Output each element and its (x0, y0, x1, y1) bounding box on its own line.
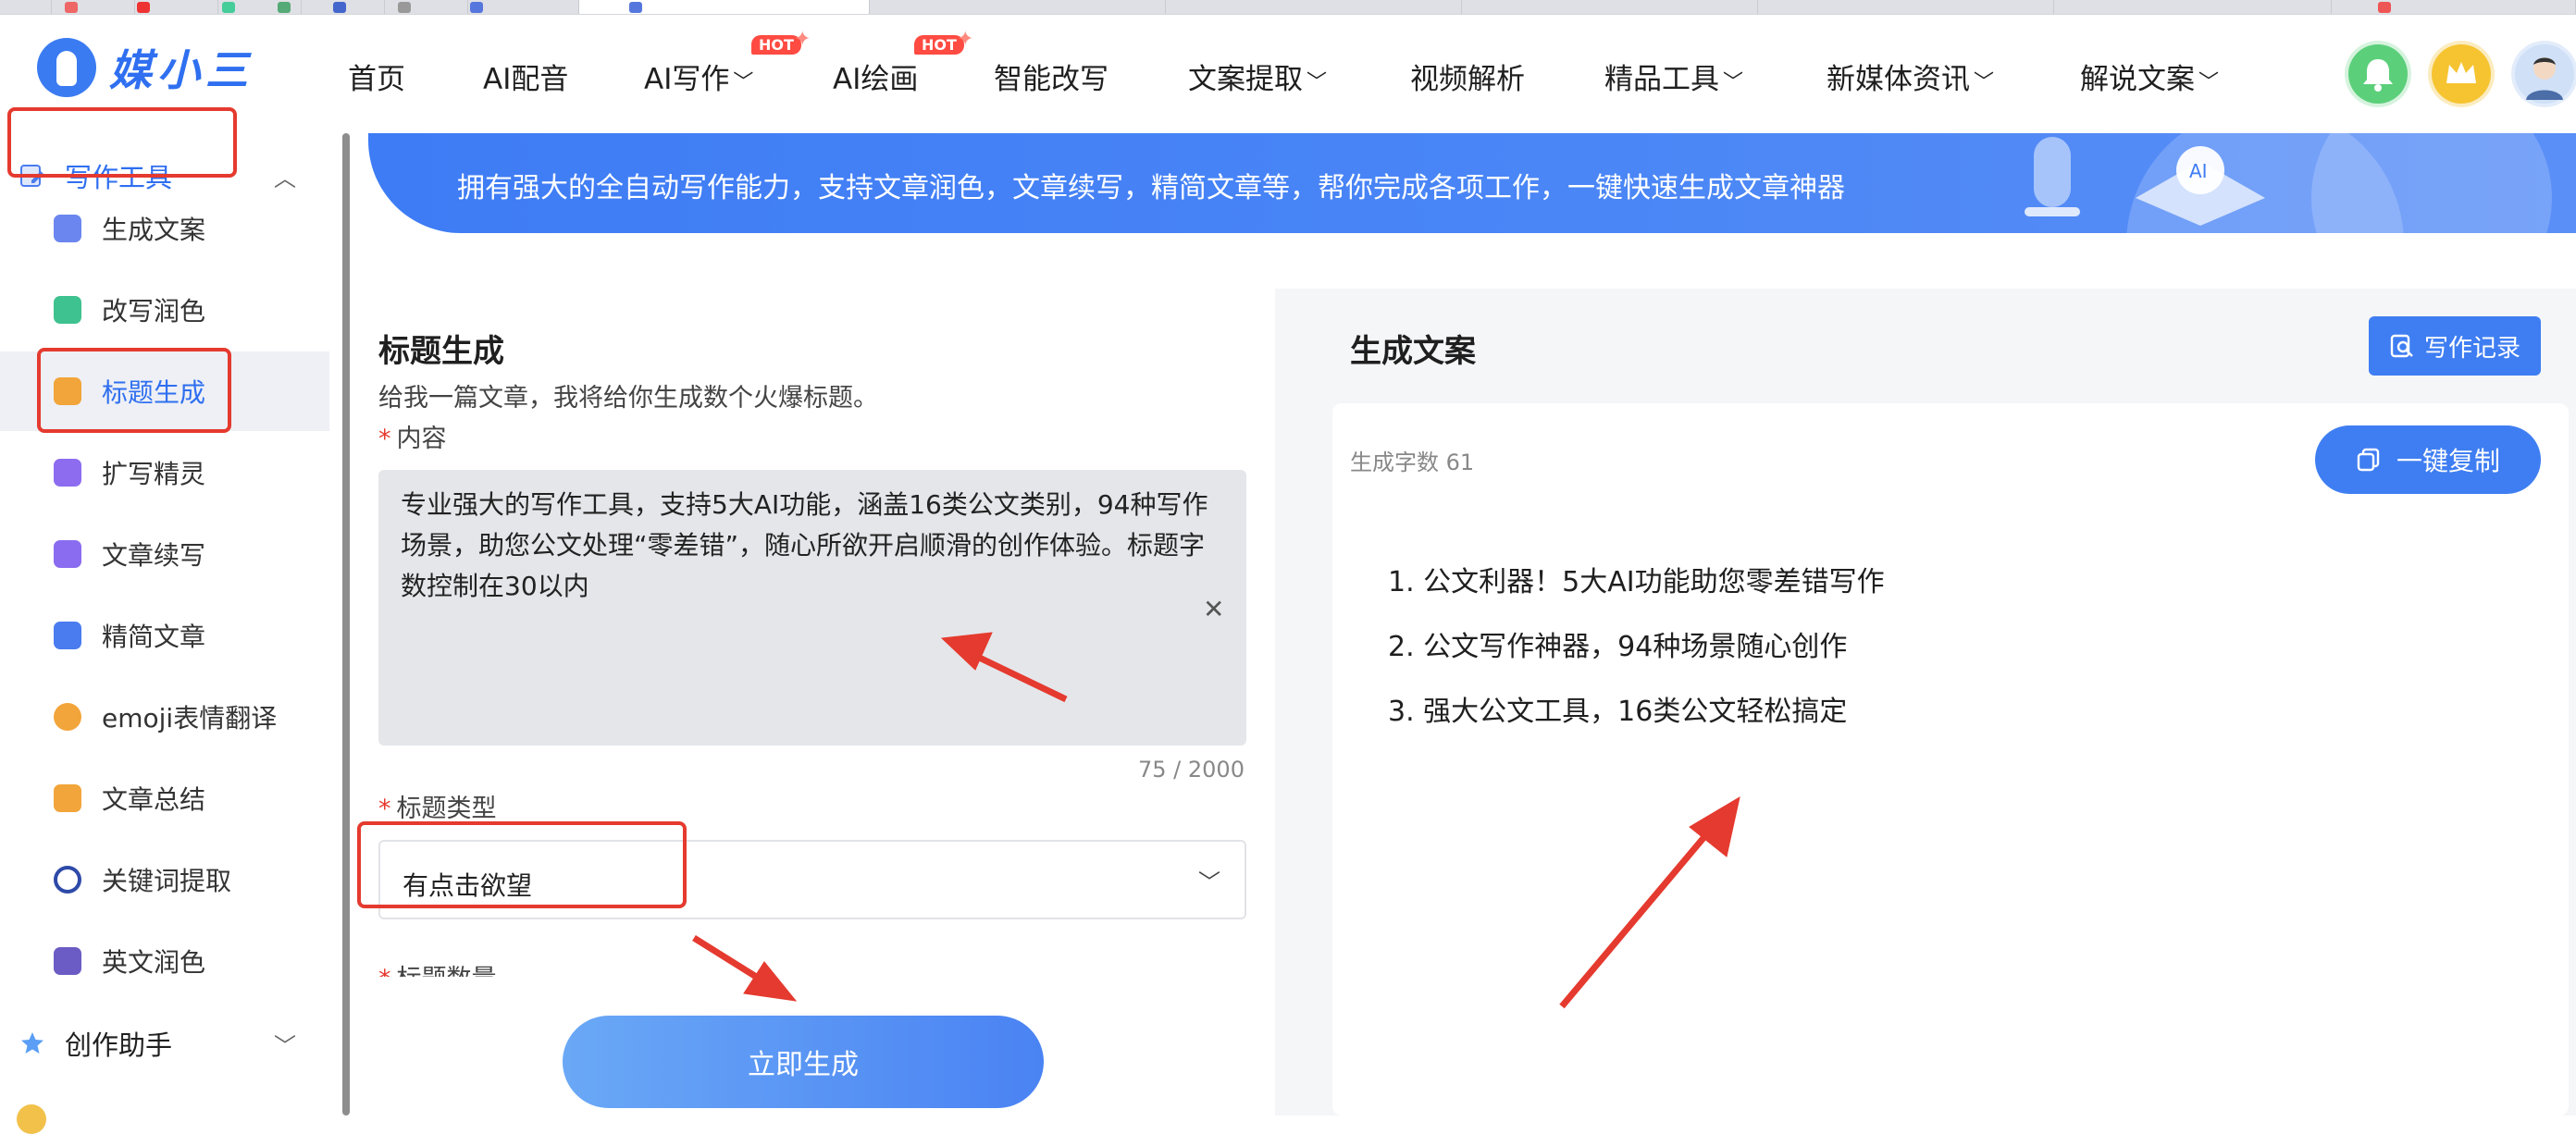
arrow-head (743, 961, 798, 1002)
arrow-head (940, 632, 993, 671)
annotation-arrows (692, 632, 1740, 1009)
